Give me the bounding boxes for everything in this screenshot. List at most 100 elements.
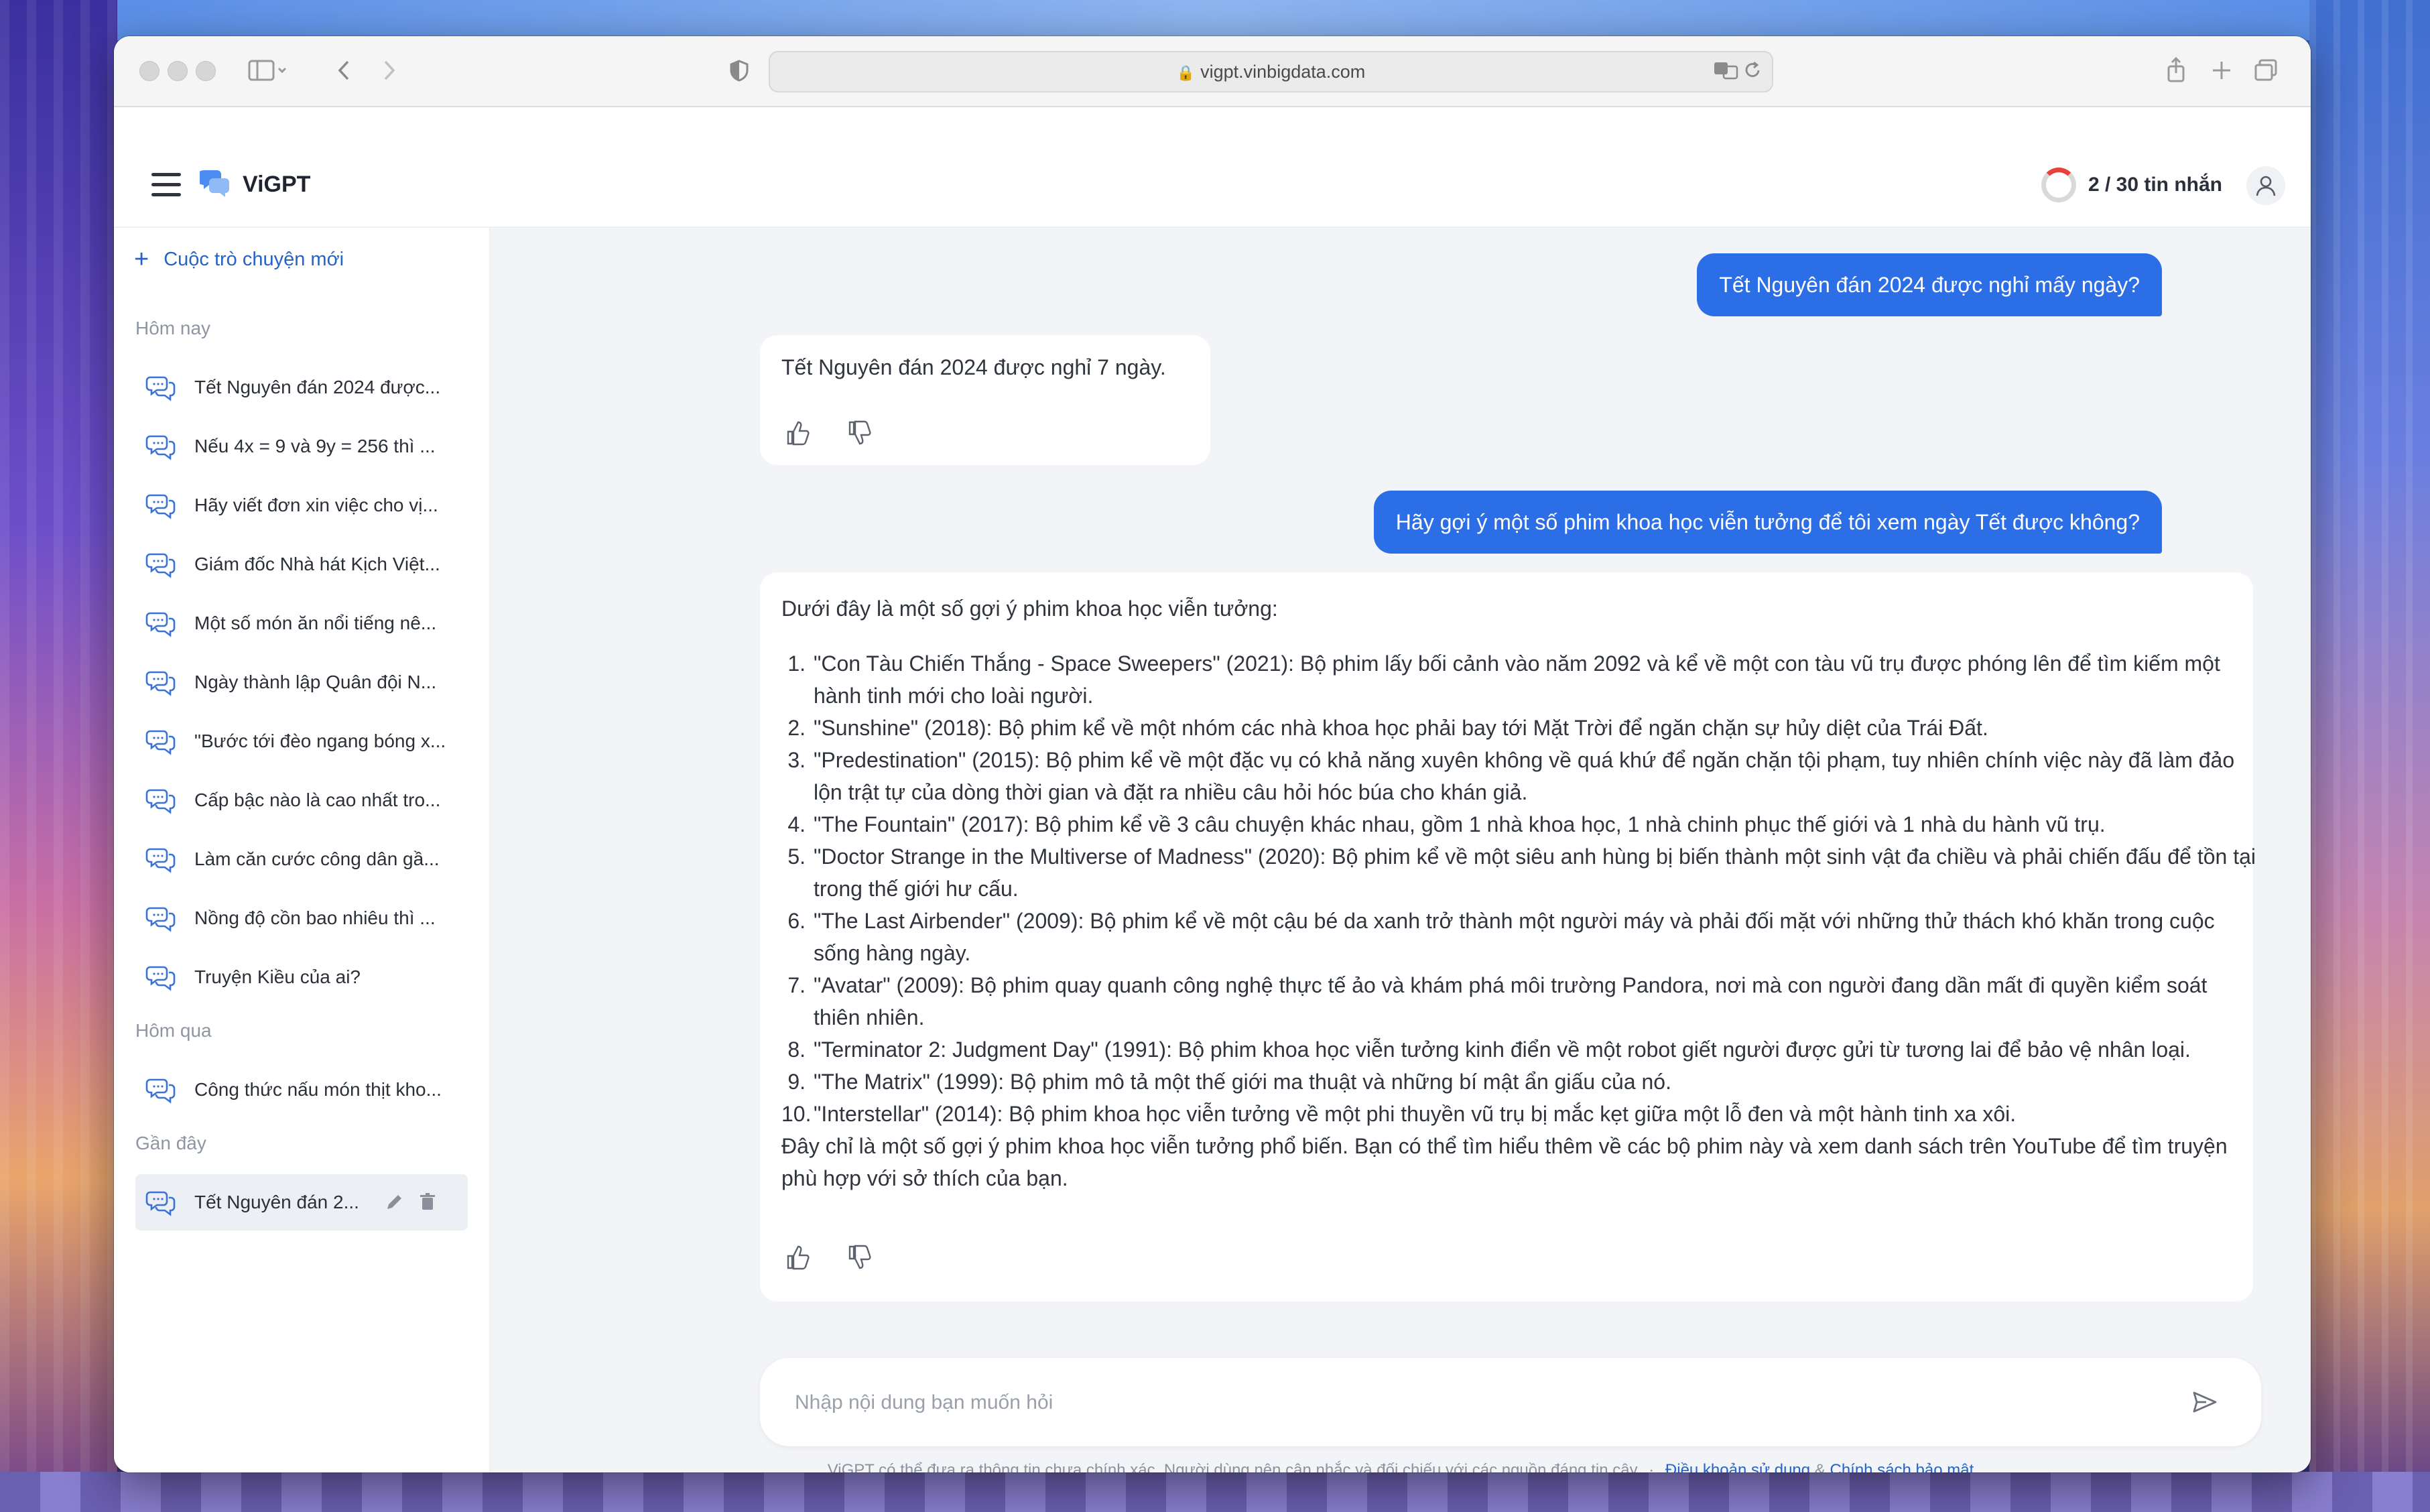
conversation-item[interactable]: Một số món ăn nổi tiếng nê... bbox=[135, 595, 468, 651]
conversation-title: Ngày thành lập Quân đội N... bbox=[194, 672, 437, 692]
chat-main-area: Tết Nguyên đán 2024 được nghỉ mấy ngày? … bbox=[491, 228, 2311, 1472]
message-input-box bbox=[760, 1358, 2261, 1446]
chat-bubble-icon bbox=[145, 435, 176, 460]
list-item: 9. "The Matrix" (1999): Bộ phim mô tả một… bbox=[787, 1070, 1671, 1094]
conversation-item[interactable]: Nồng độ cồn bao nhiêu thì ... bbox=[135, 890, 468, 946]
message-quota: 2 / 30 tin nhắn bbox=[2041, 164, 2222, 206]
conversation-item[interactable]: Giám đốc Nhà hát Kịch Việt... bbox=[135, 536, 468, 592]
forward-icon[interactable] bbox=[373, 54, 406, 87]
thumbs-up-icon[interactable] bbox=[783, 1243, 812, 1272]
conversation-item[interactable]: Cấp bậc nào là cao nhất tro... bbox=[135, 772, 468, 828]
chat-bubble-icon bbox=[145, 789, 176, 814]
section-recent-label: Gần đây bbox=[135, 1133, 206, 1153]
close-window-button[interactable] bbox=[139, 61, 159, 81]
conversation-item[interactable]: Tết Nguyên đán 2024 được... bbox=[135, 359, 468, 416]
user-icon bbox=[2256, 176, 2276, 196]
section-today-label: Hôm nay bbox=[135, 318, 211, 338]
plus-icon: + bbox=[134, 245, 149, 273]
url-text: vigpt.vinbigdata.com bbox=[1200, 62, 1366, 82]
conversation-item[interactable]: Ngày thành lập Quân đội N... bbox=[135, 654, 468, 710]
app-header: ViGPT 2 / 30 tin nhắn bbox=[114, 107, 2311, 228]
thumbs-up-icon[interactable] bbox=[783, 418, 812, 448]
assistant-message: Tết Nguyên đán 2024 được nghỉ 7 ngày. bbox=[760, 335, 1210, 465]
chat-bubble-icon bbox=[145, 376, 176, 401]
sidebar-toggle-icon[interactable] bbox=[241, 54, 295, 87]
conversation-item-active[interactable]: Tết Nguyên đán 2... bbox=[135, 1174, 468, 1231]
conversation-title: Công thức nấu món thịt kho... bbox=[194, 1079, 442, 1100]
footer-separator: · bbox=[1649, 1461, 1655, 1472]
list-item: 6. "The Last Airbender" (2009): Bộ phim k… bbox=[787, 909, 2215, 965]
assistant-answer: Dưới đây là một số gợi ý phim khoa học v… bbox=[781, 592, 2256, 1194]
conversation-title: Tết Nguyên đán 2024 được... bbox=[194, 377, 441, 397]
browser-toolbar: 🔒 vigpt.vinbigdata.com bbox=[114, 36, 2311, 107]
conversation-item[interactable]: Làm căn cước công dân gầ... bbox=[135, 831, 468, 887]
menu-icon[interactable] bbox=[151, 173, 181, 197]
user-account-button[interactable] bbox=[2246, 166, 2285, 205]
desktop-wallpaper-sky bbox=[117, 0, 2309, 40]
privacy-shield-icon[interactable] bbox=[722, 54, 756, 87]
list-item: 1. "Con Tàu Chiến Thắng - Space Sweepers"… bbox=[787, 651, 2220, 708]
disclaimer-text: ViGPT có thể đưa ra thông tin chưa chính… bbox=[827, 1461, 1638, 1472]
conversation-sidebar: + Cuộc trò chuyện mới Hôm nay Tết Nguyên… bbox=[114, 228, 491, 1472]
conversation-item[interactable]: "Bước tới đèo ngang bóng x... bbox=[135, 713, 468, 769]
assistant-answer-text: Tết Nguyên đán 2024 được nghỉ 7 ngày. bbox=[781, 355, 1166, 379]
chat-bubble-icon bbox=[145, 1078, 176, 1104]
desktop-wallpaper-bottom bbox=[0, 1472, 2430, 1512]
conversation-item[interactable]: Công thức nấu món thịt kho... bbox=[135, 1062, 468, 1118]
translate-icon[interactable] bbox=[1713, 60, 1738, 84]
answer-outro: Đây chỉ là một số gợi ý phim khoa học vi… bbox=[781, 1134, 2228, 1190]
thumbs-down-icon[interactable] bbox=[844, 418, 874, 448]
movie-list: 1. "Con Tàu Chiến Thắng - Space Sweepers"… bbox=[781, 647, 2256, 1130]
conversation-item[interactable]: Hãy viết đơn xin việc cho vị... bbox=[135, 477, 468, 533]
conversation-title: Giám đốc Nhà hát Kịch Việt... bbox=[194, 554, 440, 574]
trash-icon[interactable] bbox=[415, 1190, 440, 1214]
chat-bubble-icon bbox=[145, 848, 176, 873]
zoom-window-button[interactable] bbox=[196, 61, 216, 81]
conversation-title: "Bước tới đèo ngang bóng x... bbox=[194, 731, 446, 751]
reload-icon[interactable] bbox=[1742, 60, 1763, 84]
chat-bubble-icon bbox=[145, 1191, 176, 1216]
chat-bubble-icon bbox=[145, 553, 176, 578]
conversation-title: Truyện Kiều của ai? bbox=[194, 966, 361, 987]
desktop-wallpaper-right bbox=[2309, 0, 2430, 1512]
footer-amp: & bbox=[1814, 1461, 1826, 1472]
address-bar[interactable]: 🔒 vigpt.vinbigdata.com bbox=[769, 51, 1773, 92]
new-chat-button[interactable]: + Cuộc trò chuyện mới bbox=[134, 247, 344, 272]
new-tab-icon[interactable] bbox=[2205, 54, 2238, 87]
list-item: 7. "Avatar" (2009): Bộ phim quay quanh cô… bbox=[787, 973, 2208, 1029]
send-icon[interactable] bbox=[2190, 1387, 2220, 1417]
lock-icon: 🔒 bbox=[1176, 64, 1196, 81]
conversation-title: Làm căn cước công dân gầ... bbox=[194, 848, 440, 869]
user-message: Tết Nguyên đán 2024 được nghỉ mấy ngày? bbox=[1697, 253, 2162, 316]
share-icon[interactable] bbox=[2159, 54, 2193, 87]
message-input[interactable] bbox=[793, 1382, 2136, 1424]
conversation-title: Tết Nguyên đán 2... bbox=[194, 1192, 359, 1212]
chat-bubble-icon bbox=[145, 612, 176, 637]
terms-link[interactable]: Điều khoản sử dụng bbox=[1665, 1461, 1810, 1472]
list-item: 10. "Interstellar" (2014): Bộ phim khoa h… bbox=[781, 1102, 2017, 1126]
chat-bubble-icon bbox=[145, 494, 176, 519]
assistant-message: Dưới đây là một số gợi ý phim khoa học v… bbox=[760, 572, 2256, 1302]
app-brand: ViGPT bbox=[243, 172, 311, 197]
conversation-title: Nồng độ cồn bao nhiêu thì ... bbox=[194, 907, 436, 928]
answer-intro: Dưới đây là một số gợi ý phim khoa học v… bbox=[781, 596, 1278, 621]
list-item: 3. "Predestination" (2015): Bộ phim kể về… bbox=[787, 748, 2235, 804]
edit-pencil-icon[interactable] bbox=[382, 1190, 406, 1214]
minimize-window-button[interactable] bbox=[168, 61, 188, 81]
conversation-title: Cấp bậc nào là cao nhất tro... bbox=[194, 790, 441, 810]
quota-ring-icon bbox=[2041, 168, 2076, 202]
vigpt-logo bbox=[196, 166, 232, 198]
list-item: 2. "Sunshine" (2018): Bộ phim kể về một n… bbox=[787, 716, 1988, 740]
browser-window: 🔒 vigpt.vinbigdata.com ViGPT 2 / 30 tin n… bbox=[114, 36, 2311, 1472]
conversation-item[interactable]: Truyện Kiều của ai? bbox=[135, 949, 468, 1005]
chat-bubble-icon bbox=[145, 907, 176, 932]
tab-overview-icon[interactable] bbox=[2249, 54, 2283, 87]
privacy-link[interactable]: Chính sách bảo mật bbox=[1830, 1461, 1974, 1472]
conversation-item[interactable]: Nếu 4x = 9 và 9y = 256 thì ... bbox=[135, 418, 468, 475]
thumbs-down-icon[interactable] bbox=[844, 1243, 874, 1272]
conversation-title: Nếu 4x = 9 và 9y = 256 thì ... bbox=[194, 436, 436, 456]
back-icon[interactable] bbox=[327, 54, 361, 87]
list-item: 4. "The Fountain" (2017): Bộ phim kể về 3… bbox=[787, 812, 2106, 836]
quota-text: 2 / 30 tin nhắn bbox=[2088, 174, 2222, 196]
desktop-wallpaper-left bbox=[0, 0, 117, 1512]
